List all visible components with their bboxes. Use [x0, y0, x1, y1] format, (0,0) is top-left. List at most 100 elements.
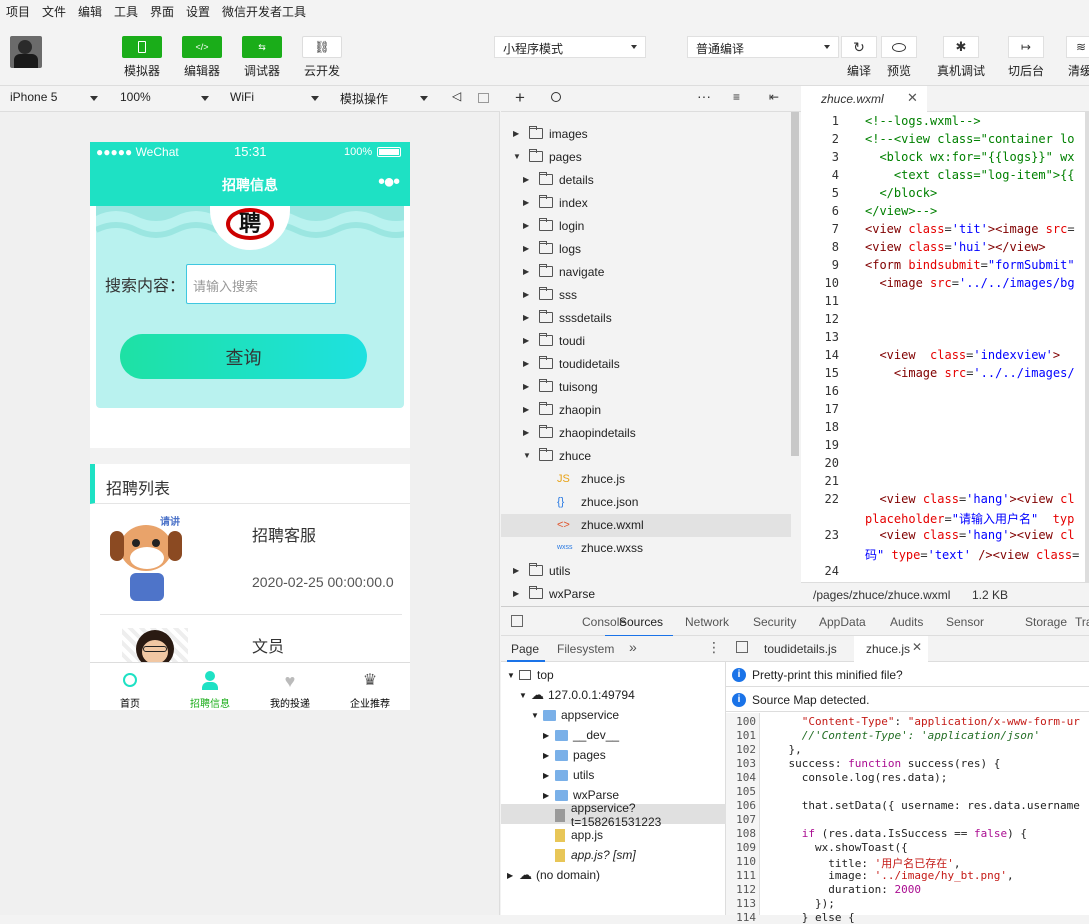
tab-zhuce-js[interactable]: zhuce.js ✕ [854, 636, 928, 662]
collapse-icon[interactable]: ≡ [733, 90, 740, 104]
file-tree-item[interactable]: ▶ wxParse [513, 582, 595, 605]
source-tree-item[interactable]: ▶ ☁ (no domain) [507, 865, 600, 885]
chevron-right-icon[interactable]: ▶ [523, 198, 533, 207]
file-tree-item[interactable]: ▶ images [513, 122, 588, 145]
chevron-right-icon[interactable]: ▶ [523, 405, 533, 414]
chevron-right-icon[interactable]: ▶ [523, 359, 533, 368]
chevron-right-icon[interactable]: ▶ [523, 267, 533, 276]
file-tree-item[interactable]: <> zhuce.wxml [533, 513, 644, 536]
tab-companies[interactable]: ♛ 企业推荐 [330, 663, 410, 710]
split-icon[interactable]: ⇤ [769, 90, 779, 104]
operation-select[interactable]: 模拟操作 [340, 90, 388, 107]
menu-item[interactable]: 编辑 [78, 3, 102, 20]
mode-select[interactable]: 小程序模式 [494, 36, 646, 58]
chevron-down-icon[interactable]: ▼ [523, 451, 533, 460]
devtools-tab[interactable]: Trac [1075, 615, 1089, 629]
devtools-tab[interactable]: Sensor [946, 615, 984, 629]
file-tree-item[interactable]: ▶ sssdetails [523, 306, 612, 329]
tab-my-applications[interactable]: ♥ 我的投递 [250, 663, 330, 710]
add-icon[interactable]: + [515, 88, 525, 108]
kebab-menu-icon[interactable]: ⋮ [707, 639, 721, 656]
devtools-tab[interactable]: Storage [1025, 615, 1067, 629]
zoom-select[interactable]: 100% [120, 90, 151, 104]
search-icon[interactable] [551, 92, 561, 102]
chevron-right-icon[interactable]: ▶ [513, 566, 523, 575]
menu-item[interactable]: 界面 [150, 3, 174, 20]
query-button[interactable]: 查询 [120, 334, 367, 379]
speaker-icon[interactable]: ◁ [452, 89, 461, 103]
info-bar-prettyprint[interactable]: i Pretty-print this minified file? [726, 663, 1089, 687]
chevron-right-icon[interactable]: ▶ [523, 244, 533, 253]
devtools-tab[interactable]: Security [753, 615, 796, 629]
tab-page[interactable]: Page [511, 642, 539, 656]
source-tree-item[interactable]: appservice?t=158261531223 [543, 801, 725, 829]
editor-button[interactable]: </> [182, 36, 222, 58]
cloud-dev-button[interactable]: ⛓ [302, 36, 342, 58]
devtools-tab[interactable]: Sources [619, 615, 663, 629]
chevron-right-icon[interactable]: ▶ [543, 731, 555, 740]
chevron-right-icon[interactable]: ▶ [543, 751, 555, 760]
tab-home[interactable]: 首页 [90, 663, 170, 710]
devtools-tab[interactable]: Audits [890, 615, 923, 629]
source-tree-item[interactable]: app.js [543, 825, 603, 845]
chevron-down-icon[interactable]: ▼ [531, 711, 543, 720]
chevron-right-icon[interactable]: ▶ [523, 221, 533, 230]
chevron-down-icon[interactable]: ▼ [513, 152, 523, 161]
code-editor[interactable]: 1 <!--logs.wxml--> 2 <!--<view class="conta… [801, 112, 1089, 582]
tab-zhuce-wxml[interactable]: zhuce.wxml ✕ [801, 86, 927, 112]
file-tree-item[interactable]: ▶ toudi [523, 329, 585, 352]
file-tree-item[interactable]: ▶ zhaopindetails [523, 421, 636, 444]
tab-jobs[interactable]: 招聘信息 [170, 663, 250, 710]
tab-filesystem[interactable]: Filesystem [557, 642, 614, 656]
file-tree-item[interactable]: ▶ sss [523, 283, 577, 306]
debugger-button[interactable]: ⇆ [242, 36, 282, 58]
window-icon[interactable] [478, 93, 489, 103]
file-tree-item[interactable]: ▶ tuisong [523, 375, 598, 398]
file-tree-item[interactable]: JS zhuce.js [533, 467, 625, 490]
chevron-right-icon[interactable]: ▶ [523, 428, 533, 437]
file-tree-item[interactable]: ▶ zhaopin [523, 398, 601, 421]
file-tree-item[interactable]: ▶ navigate [523, 260, 604, 283]
source-tree-item[interactable]: ▶ utils [543, 765, 594, 785]
simulator-button[interactable] [122, 36, 162, 58]
compile-select[interactable]: 普通编译 [687, 36, 839, 58]
file-tree-item[interactable]: ▶ index [523, 191, 588, 214]
chevron-right-icon[interactable]: ▶ [523, 336, 533, 345]
close-icon[interactable]: ✕ [912, 640, 922, 654]
background-button[interactable]: ↦ [1008, 36, 1044, 58]
more-icon[interactable]: ··· [697, 88, 711, 104]
source-tree-item[interactable]: ▶ __dev__ [543, 725, 619, 745]
file-tree-item[interactable]: ▶ toudidetails [523, 352, 620, 375]
chevron-right-icon[interactable]: ▶ [507, 871, 519, 880]
list-item[interactable]: 请讲 招聘客服 2020-02-25 00:00:00.0 [100, 505, 402, 615]
file-tree-item[interactable]: ▶ login [523, 214, 584, 237]
menu-item[interactable]: 设置 [186, 3, 210, 20]
source-tree-item[interactable]: ▼ top [507, 665, 554, 685]
search-input[interactable]: 请输入搜索 [186, 264, 336, 304]
sidebar-toggle-icon[interactable] [736, 641, 748, 653]
chevron-right-icon[interactable]: ▶ [523, 313, 533, 322]
more-tabs-icon[interactable]: » [629, 639, 637, 655]
menu-item[interactable]: 工具 [114, 3, 138, 20]
chevron-right-icon[interactable]: ▶ [543, 771, 555, 780]
remote-debug-button[interactable]: ✱ [943, 36, 979, 58]
chevron-right-icon[interactable]: ▶ [513, 589, 523, 598]
chevron-right-icon[interactable]: ▶ [523, 175, 533, 184]
menu-item[interactable]: 项目 [6, 3, 30, 20]
chevron-right-icon[interactable]: ▶ [513, 129, 523, 138]
source-tree-item[interactable]: app.js? [sm] [543, 845, 636, 865]
chevron-right-icon[interactable]: ▶ [543, 791, 555, 800]
devtools-tab[interactable]: Network [685, 615, 729, 629]
scrollbar[interactable] [791, 112, 799, 456]
inspect-icon[interactable] [511, 615, 523, 627]
scrollbar[interactable] [1085, 112, 1089, 582]
chevron-down-icon[interactable]: ▼ [507, 671, 519, 680]
source-tree-item[interactable]: ▶ pages [543, 745, 606, 765]
clear-cache-button[interactable]: ≋ [1066, 36, 1089, 58]
file-tree-item[interactable]: ▶ details [523, 168, 594, 191]
preview-button[interactable] [881, 36, 917, 58]
file-tree-item[interactable]: ▶ logs [523, 237, 581, 260]
source-tree-item[interactable]: ▼ appservice [531, 705, 619, 725]
file-tree-item[interactable]: wxss zhuce.wxss [533, 536, 643, 559]
tab-toudidetails-js[interactable]: toudidetails.js [764, 642, 837, 656]
